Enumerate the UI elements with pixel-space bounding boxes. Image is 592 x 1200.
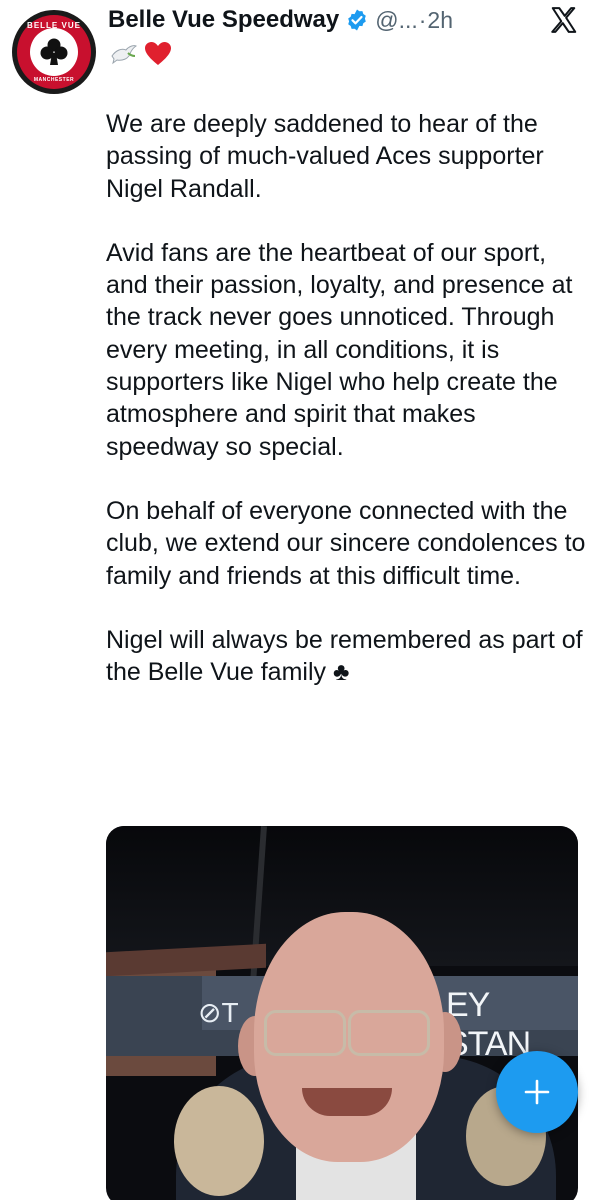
tweet-card: BELLE VUE ACES MANCHESTER Belle Vue Spee… (0, 0, 592, 1200)
tweet-paragraph: On behalf of everyone connected with the… (106, 496, 586, 590)
separator-dot: · (418, 6, 427, 33)
red-heart-icon (144, 41, 172, 72)
profile-avatar[interactable]: BELLE VUE ACES MANCHESTER (12, 10, 96, 94)
photo-glasses (348, 1010, 430, 1056)
plus-icon (524, 1079, 550, 1105)
tweet-paragraph: We are deeply saddened to hear of the pa… (106, 110, 544, 203)
photo-sign-left-text: ⊘T (198, 997, 239, 1028)
avatar-top-text: BELLE VUE ACES (27, 21, 81, 39)
avatar-bottom-text: MANCHESTER (33, 77, 75, 83)
photo-glasses (264, 1010, 346, 1056)
tweet-paragraph-last: Nigel will always be remembered as part … (106, 624, 586, 689)
tweet-header: Belle Vue Speedway @... · 2h (108, 2, 582, 38)
dove-icon (110, 42, 138, 71)
bio-emojis (110, 40, 172, 72)
tweet-photo[interactable]: ⊘T EY STAN (106, 826, 578, 1200)
compose-button[interactable] (496, 1051, 578, 1133)
timestamp[interactable]: 2h (427, 7, 453, 34)
club-suit-emoji-icon: ♣ (332, 658, 350, 687)
display-name[interactable]: Belle Vue Speedway (108, 6, 339, 34)
avatar-badge: BELLE VUE ACES MANCHESTER (17, 15, 91, 89)
handle[interactable]: @... (375, 7, 418, 34)
tweet-text: We are deeply saddened to hear of the pa… (106, 108, 586, 720)
tweet-paragraph: Avid fans are the heartbeat of our sport… (106, 238, 573, 461)
photo-sign-right-text: EY STAN (446, 986, 531, 1063)
photo-fur-hood (174, 1086, 264, 1196)
verified-badge-icon (348, 9, 367, 31)
photo-smile (302, 1088, 392, 1116)
x-logo-icon[interactable] (546, 2, 582, 38)
